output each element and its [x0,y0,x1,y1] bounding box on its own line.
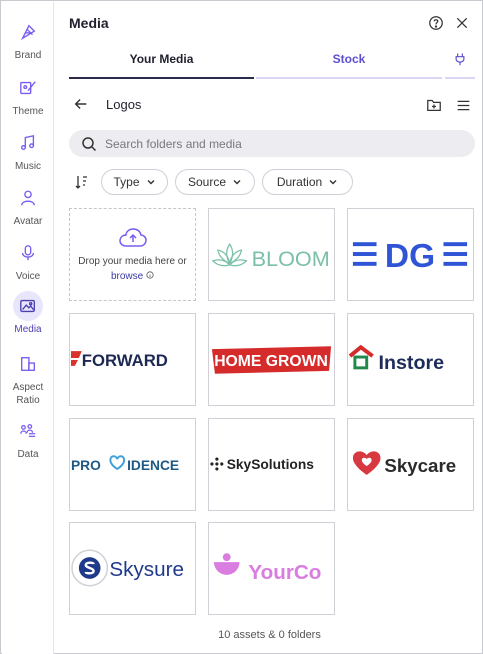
asset-tile-instore[interactable]: Instore [347,313,474,406]
skysure-logo: Skysure [71,549,184,587]
chevron-down-icon [233,180,241,185]
filter-duration-dropdown[interactable]: Duration [262,169,353,195]
home-grown-logo: HOME GROWN [211,346,332,374]
skysolutions-logo-text: SkySolutions [227,457,315,472]
rail-label-theme: Theme [12,106,44,117]
chevron-down-icon [329,180,337,185]
filter-type-dropdown[interactable]: Type [101,169,168,195]
dropzone-message: Drop your media here or [78,255,187,267]
instore-logo-text: Instore [379,352,445,374]
microphone-icon [13,238,43,268]
filter-source-label: Source [187,175,227,189]
asset-count: 10 assets & 0 folders [218,629,321,641]
chevron-down-icon [147,180,154,185]
forward-logo: FORWARD [70,351,168,370]
asset-tile-bloom[interactable]: BLOOM [208,208,335,301]
theme-icon [13,73,43,103]
skysure-logo-text: Skysure [109,558,184,581]
search-input[interactable] [105,136,445,151]
providence-logo-text-left: PRO [71,458,101,473]
rail-item-music[interactable]: Music [2,128,54,173]
asset-tile-forward[interactable]: FORWARD [69,313,196,406]
rail-label-avatar: Avatar [13,216,43,227]
yourco-logo-text: YourCo [248,561,321,584]
brand-icon [13,17,43,47]
rail-label-data: Data [17,449,39,460]
rail-item-avatar[interactable]: Avatar [2,183,54,228]
filter-type-label: Type [113,175,140,189]
filter-duration-label: Duration [276,175,323,189]
back-arrow-icon[interactable] [73,96,91,114]
dropzone-text: Drop your media here or browse [78,254,186,284]
home-grown-logo-text: HOME GROWN [214,353,328,370]
search-icon [82,136,97,151]
edge-logo: DG [352,238,468,275]
rail-item-media[interactable]: Media [2,291,54,336]
panel-title: Media [69,15,109,31]
sort-icon[interactable] [74,174,90,190]
bloom-logo-text: BLOOM [252,246,330,271]
browse-link[interactable]: browse [111,271,143,282]
media-panel: Brand Theme Music Avatar Voice Media Asp… [0,0,483,654]
info-icon [146,270,154,279]
tab-stock[interactable]: Stock [256,52,442,79]
rail-item-theme[interactable]: Theme [2,73,54,118]
asset-tile-providence[interactable]: PRO IDENCE [69,418,196,511]
skycare-logo-text: Skycare [384,455,456,476]
aspect-ratio-icon [13,349,43,379]
cloud-upload-icon [118,227,147,247]
data-icon [13,416,43,446]
rail-label-brand: Brand [14,50,42,61]
rail-label-aspect-ratio: Aspect Ratio [12,382,44,406]
media-icon [13,291,43,321]
edge-logo-text: DG [385,238,435,275]
rail-item-aspect-ratio[interactable]: Aspect Ratio [2,349,54,407]
filter-source-dropdown[interactable]: Source [175,169,255,195]
tab-your-media[interactable]: Your Media [69,52,254,79]
rail-label-music: Music [14,161,42,172]
plugin-icon[interactable] [445,52,475,79]
avatar-icon [13,183,43,213]
asset-tile-edge[interactable]: DG [347,208,474,301]
skycare-logo: Skycare [352,451,456,476]
upload-dropzone[interactable]: Drop your media here or browse [69,208,196,301]
skysolutions-logo: SkySolutions [210,457,315,472]
folder-name: Logos [106,97,142,112]
rail-label-voice: Voice [15,271,41,282]
instore-logo: Instore [348,344,445,374]
menu-icon[interactable] [454,96,472,114]
rail-item-data[interactable]: Data [2,416,54,461]
close-icon[interactable] [453,14,471,32]
providence-logo: PRO IDENCE [71,455,179,473]
asset-tile-skycare[interactable]: Skycare [347,418,474,511]
left-rail: Brand Theme Music Avatar Voice Media Asp… [2,2,54,654]
new-folder-icon[interactable] [425,96,443,114]
asset-tile-yourco[interactable]: YourCo [208,522,335,615]
asset-tile-home-grown[interactable]: HOME GROWN [208,313,335,406]
asset-tile-skysolutions[interactable]: SkySolutions [208,418,335,511]
rail-item-voice[interactable]: Voice [2,238,54,283]
bloom-logo: BLOOM [211,243,330,271]
providence-logo-text-right: IDENCE [127,458,179,473]
rail-item-brand[interactable]: Brand [2,17,54,62]
forward-logo-text: FORWARD [82,351,168,370]
music-icon [13,128,43,158]
help-icon[interactable] [427,14,445,32]
rail-label-media: Media [14,324,42,335]
asset-tile-skysure[interactable]: Skysure [69,522,196,615]
search-bar [69,130,475,157]
yourco-logo: YourCo [213,553,321,584]
